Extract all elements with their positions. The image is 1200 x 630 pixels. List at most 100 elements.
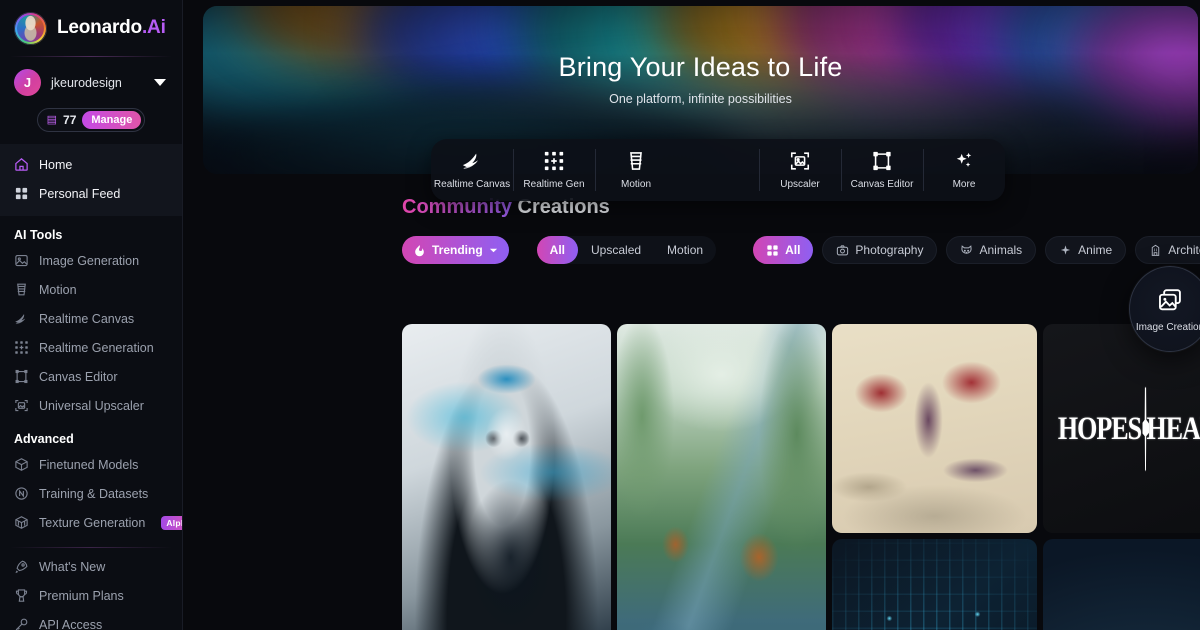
frame-icon [15, 369, 28, 384]
segment-all[interactable]: All [536, 236, 579, 264]
flame-icon [415, 244, 424, 256]
home-icon [15, 158, 28, 171]
credits-row: ▤ 77 Manage [0, 102, 182, 144]
tool-realtime-gen[interactable]: Realtime Gen [513, 139, 595, 201]
texture-cube-icon [15, 516, 28, 529]
primary-nav: Home Personal Feed [0, 144, 182, 216]
dataset-icon [15, 487, 28, 500]
tool-realtime-gen-label: Realtime Gen [523, 179, 585, 190]
sidebar-divider [10, 547, 172, 548]
tool-upscaler[interactable]: Upscaler [759, 139, 841, 201]
sort-trending-label: Trending [432, 243, 483, 257]
sidebar-item-realtime-canvas-label: Realtime Canvas [39, 311, 135, 326]
credits-pill[interactable]: ▤ 77 Manage [36, 108, 146, 132]
brand[interactable]: Leonardo.Ai [0, 0, 182, 56]
sidebar-item-texture-generation-label: Texture Generation [39, 515, 146, 530]
category-chip-photography-label: Photography [855, 243, 924, 257]
sidebar-item-canvas-editor-label: Canvas Editor [39, 369, 118, 384]
manage-credits-button[interactable]: Manage [82, 111, 142, 129]
segment-motion[interactable]: Motion [654, 236, 716, 264]
gallery-tile-deer-stream[interactable] [617, 324, 826, 630]
category-chip-anime-label: Anime [1078, 243, 1113, 257]
sidebar-item-whats-new-label: What's New [39, 559, 106, 574]
account-switcher[interactable]: J jkeurodesign [0, 57, 182, 102]
category-chip-all[interactable]: All [753, 236, 814, 264]
tool-upscaler-label: Upscaler [780, 179, 820, 190]
category-chip-architecture[interactable]: Architecture [1135, 236, 1200, 264]
section-title-advanced: Advanced [14, 432, 74, 446]
sidebar-item-texture-generation[interactable]: Texture Generation Alpha [0, 508, 182, 537]
sidebar-item-image-generation[interactable]: Image Generation [0, 246, 182, 275]
trophy-icon [15, 589, 28, 602]
tool-canvas-editor-label: Canvas Editor [850, 179, 914, 190]
category-chip-anime[interactable]: Anime [1045, 236, 1127, 264]
building-icon [1151, 244, 1160, 256]
sidebar-item-motion-label: Motion [39, 282, 77, 297]
grid-icon [15, 187, 28, 200]
status-badge-alpha: Alpha [161, 515, 182, 530]
upscale-icon [15, 399, 28, 412]
gallery-tile-circuit-chip[interactable] [832, 539, 1037, 630]
gallery-tile-hopes-heart-logo[interactable]: HOPES HEART [1043, 324, 1200, 533]
tool-motion-label: Motion [620, 179, 651, 190]
image-icon [15, 254, 28, 267]
chevron-down-icon [489, 248, 497, 252]
motion-film-icon [17, 283, 26, 296]
category-chip-animals-label: Animals [979, 243, 1023, 257]
tool-more[interactable]: More [923, 139, 1005, 201]
sidebar-item-personal-feed[interactable]: Personal Feed [0, 179, 182, 208]
community-gallery-grid: HOPES HEART [402, 324, 1200, 630]
sidebar-item-home[interactable]: Home [0, 150, 182, 179]
tool-realtime-canvas[interactable]: Realtime Canvas [431, 139, 513, 201]
sidebar-item-finetuned-models[interactable]: Finetuned Models [0, 450, 182, 479]
key-icon [15, 618, 28, 630]
category-chips: All Photography Animals Anime Architectu… [753, 236, 1200, 264]
grid-icon [767, 244, 778, 256]
dots-plus-icon [15, 341, 28, 354]
sidebar-item-universal-upscaler[interactable]: Universal Upscaler [0, 391, 182, 420]
sidebar-item-realtime-generation-label: Realtime Generation [39, 340, 154, 355]
hero-copy: Bring Your Ideas to Life One platform, i… [203, 52, 1198, 106]
hero-title: Bring Your Ideas to Life [558, 52, 843, 82]
tool-realtime-canvas-label: Realtime Canvas [433, 179, 511, 190]
app-root: Leonardo.Ai J jkeurodesign ▤ 77 Manage H… [0, 0, 1200, 630]
type-segment-control: All Upscaled Motion [536, 236, 717, 264]
leonardo-portrait-logo-icon [14, 11, 47, 45]
frame-icon [873, 151, 891, 171]
gallery-tile-glowing-tree[interactable] [1043, 539, 1200, 630]
category-chip-architecture-label: Architecture [1168, 243, 1200, 257]
sidebar-item-whats-new[interactable]: What's New [0, 552, 182, 581]
tool-canvas-editor[interactable]: Canvas Editor [841, 139, 923, 201]
segment-upscaled[interactable]: Upscaled [578, 236, 654, 264]
sidebar-item-api-access[interactable]: API Access [0, 610, 182, 630]
category-chip-photography[interactable]: Photography [822, 236, 938, 264]
camera-icon [837, 244, 849, 255]
sidebar-item-realtime-canvas[interactable]: Realtime Canvas [0, 304, 182, 333]
category-chip-all-label: All [785, 243, 801, 257]
brand-title-main: Leonardo [57, 17, 142, 38]
category-chip-animals[interactable]: Animals [946, 236, 1037, 264]
main-content: Bring Your Ideas to Life One platform, i… [183, 0, 1200, 630]
sidebar-item-premium-plans[interactable]: Premium Plans [0, 581, 182, 610]
chevron-down-icon[interactable] [154, 79, 166, 86]
tool-switcher-bar: Realtime Canvas Realtime Gen Motion Upsc… [431, 139, 1005, 201]
upscale-icon [790, 152, 810, 170]
sidebar-item-canvas-editor[interactable]: Canvas Editor [0, 362, 182, 391]
sidebar-item-finetuned-models-label: Finetuned Models [39, 457, 139, 472]
tool-more-label: More [952, 179, 976, 190]
sort-trending-dropdown[interactable]: Trending [402, 236, 509, 264]
sidebar-item-image-generation-label: Image Generation [39, 253, 140, 268]
brush-strokes-icon [462, 153, 478, 169]
section-title-ai-tools: AI Tools [14, 228, 63, 242]
sidebar-item-motion[interactable]: Motion [0, 275, 182, 304]
cube-icon [15, 458, 28, 471]
sidebar: Leonardo.Ai J jkeurodesign ▤ 77 Manage H… [0, 0, 183, 630]
tool-motion[interactable]: Motion [595, 139, 677, 201]
gallery-tile-cyborg-woman[interactable] [402, 324, 611, 630]
gallery-tile-dragon[interactable] [832, 324, 1037, 533]
sidebar-item-training-datasets[interactable]: Training & Datasets [0, 479, 182, 508]
sidebar-item-home-label: Home [39, 157, 73, 172]
sidebar-item-personal-feed-label: Personal Feed [39, 186, 121, 201]
sidebar-item-realtime-generation[interactable]: Realtime Generation [0, 333, 182, 362]
hero-subtitle: One platform, infinite possibilities [609, 92, 792, 106]
